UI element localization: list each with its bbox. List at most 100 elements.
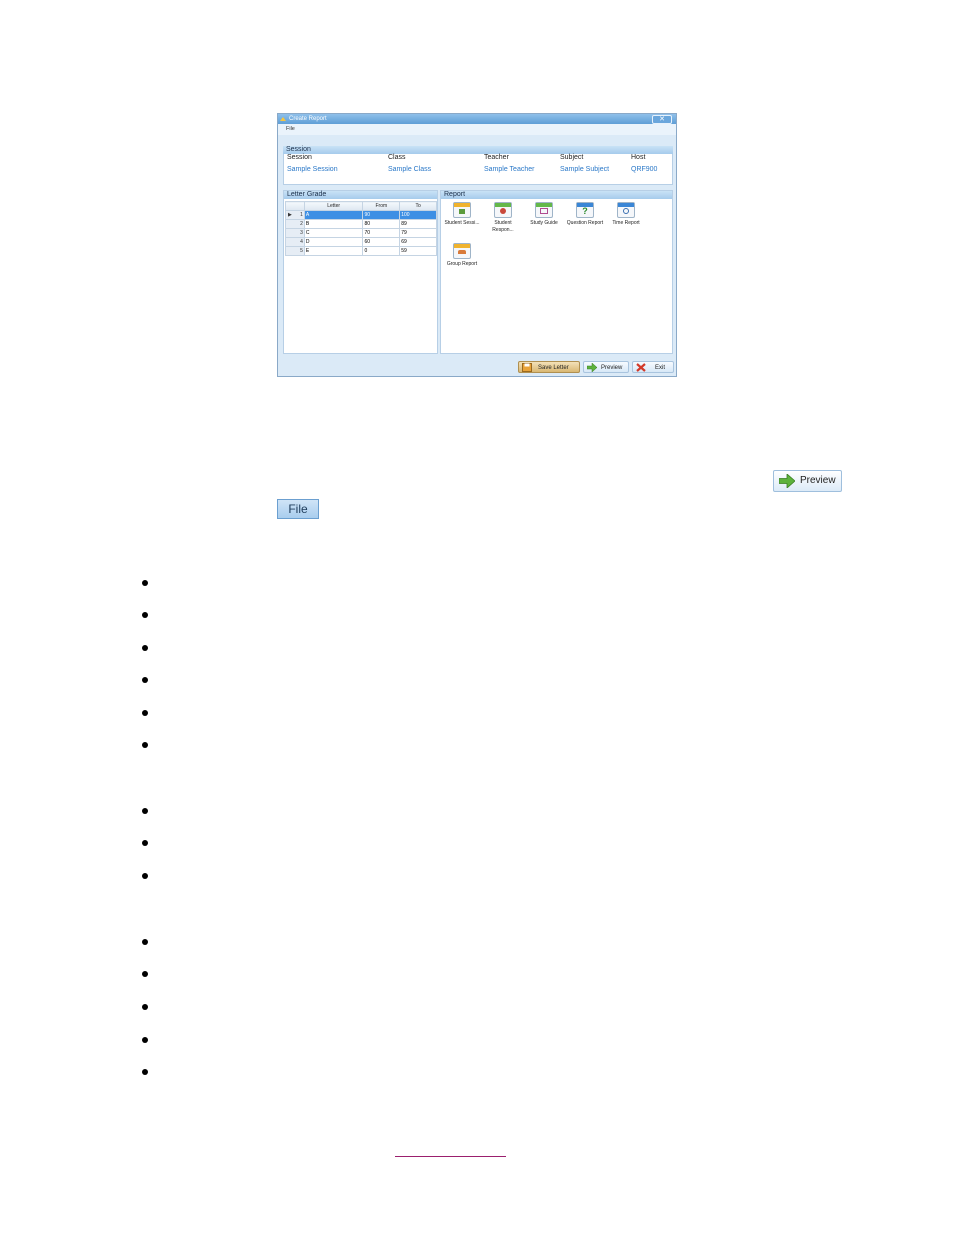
report-item-label[interactable]: Study Guide [530,220,558,226]
from-cell[interactable]: 60 [362,237,401,247]
host-label: Host [631,154,646,161]
report-header: Report [441,191,672,199]
bullet-marker [142,742,148,748]
class-label: Class [388,154,406,161]
close-icon [636,363,646,372]
app-icon [280,117,286,121]
preview-inline-label[interactable]: Preview [800,471,836,491]
session-label: Session [287,154,312,161]
letter-cell[interactable]: E [303,246,364,256]
table-row[interactable]: ▶ 1 A 90 100 [285,210,437,220]
table-row[interactable]: 4 D 60 69 [285,237,437,247]
letter-cell[interactable]: B [303,219,364,229]
report-item-group-report[interactable]: Group Report [442,243,482,268]
preview-label[interactable]: Preview [601,362,622,374]
student-response-icon[interactable] [494,202,512,218]
exit-button[interactable]: Exit [632,361,674,373]
row-number[interactable]: ▶ 1 [285,210,305,220]
save-letter-label[interactable]: Save Letter [538,362,569,374]
row-number[interactable]: 3 [285,228,305,238]
column-header-from[interactable]: From [362,201,401,211]
button-bar: Save Letter Preview Exit [278,358,676,376]
title-bar: Create Report ✕ [278,114,676,124]
bullet-marker [142,580,148,586]
letter-cell[interactable]: D [303,237,364,247]
report-item-label[interactable]: Time Report [612,220,639,226]
table-row[interactable]: 3 C 70 79 [285,228,437,238]
student-session-icon[interactable] [453,202,471,218]
bullet-marker [142,710,148,716]
subject-value: Sample Subject [560,166,610,173]
group-report-icon[interactable] [453,243,471,259]
close-icon[interactable]: ✕ [659,116,665,123]
report-item-label[interactable]: Student Respon... [492,220,513,233]
teacher-label: Teacher [484,154,509,161]
session-value: Sample Session [287,166,338,173]
to-cell[interactable]: 59 [399,246,437,256]
bullet-marker [142,971,148,977]
letter-cell[interactable]: A [303,210,364,220]
hyperlink-underline[interactable] [395,1156,506,1157]
menu-file[interactable]: File [286,124,295,135]
letter-grade-panel: Letter Grade Letter From To ▶ 1 A 90 100… [283,190,438,354]
report-item-label[interactable]: Student Sessi... [444,220,479,226]
table-row[interactable]: 2 B 80 89 [285,219,437,229]
row-header-corner [285,201,305,211]
from-cell[interactable]: 70 [362,228,401,238]
class-value: Sample Class [388,166,432,173]
row-number[interactable]: 4 [285,237,305,247]
column-header-to[interactable]: To [399,201,437,211]
row-number[interactable]: 5 [285,246,305,256]
bullet-marker [142,808,148,814]
report-item-time-report[interactable]: Time Report [606,202,646,227]
window-title: Create Report [289,116,327,122]
to-cell[interactable]: 69 [399,237,437,247]
letter-grade-table[interactable]: Letter From To ▶ 1 A 90 100 2 B 80 89 3 … [285,201,437,256]
table-header-row: Letter From To [285,201,437,211]
report-item-question-report[interactable]: ? Question Report [565,202,605,227]
bullet-marker [142,645,148,651]
menu-bar: File [278,124,676,135]
floppy-disk-icon [522,363,532,372]
bullet-marker [142,939,148,945]
report-item-study-guide[interactable]: Study Guide [524,202,564,227]
table-row[interactable]: 5 E 0 59 [285,246,437,256]
bullet-marker [142,840,148,846]
current-row-arrow-icon: ▶ [288,212,292,218]
report-item-label[interactable]: Group Report [447,261,477,267]
to-cell[interactable]: 89 [399,219,437,229]
subject-label: Subject [560,154,584,161]
report-item-label[interactable]: Question Report [567,220,603,226]
column-header-letter[interactable]: Letter [303,201,364,211]
study-guide-icon[interactable] [535,202,553,218]
from-cell[interactable]: 90 [362,210,401,220]
preview-button[interactable]: Preview [583,361,629,373]
bullet-marker [142,1004,148,1010]
bullet-marker [142,1037,148,1043]
save-letter-button[interactable]: Save Letter [518,361,580,373]
teacher-value: Sample Teacher [484,166,535,173]
bullet-marker [142,873,148,879]
session-header: Session [283,146,673,154]
from-cell[interactable]: 0 [362,246,401,256]
exit-label[interactable]: Exit [655,362,665,374]
arrow-right-icon [779,474,795,488]
to-cell[interactable]: 100 [399,210,437,220]
letter-cell[interactable]: C [303,228,364,238]
report-item-student-session[interactable]: Student Sessi... [442,202,482,227]
question-report-icon[interactable]: ? [576,202,594,218]
file-menu-inline[interactable]: File [277,499,319,519]
bullet-marker [142,612,148,618]
from-cell[interactable]: 80 [362,219,401,229]
arrow-right-icon [587,363,597,372]
time-report-icon[interactable] [617,202,635,218]
row-number[interactable]: 2 [285,219,305,229]
to-cell[interactable]: 79 [399,228,437,238]
preview-button-inline[interactable]: Preview [773,470,842,492]
host-value: QRF900 [631,166,658,173]
close-button[interactable]: ✕ [652,115,672,124]
session-panel: Session Sample Session Class Sample Clas… [283,154,673,185]
create-report-window: Create Report ✕ File Session Session Sam… [277,113,677,377]
report-item-student-response[interactable]: Student Respon... [483,202,523,234]
bullet-marker [142,677,148,683]
